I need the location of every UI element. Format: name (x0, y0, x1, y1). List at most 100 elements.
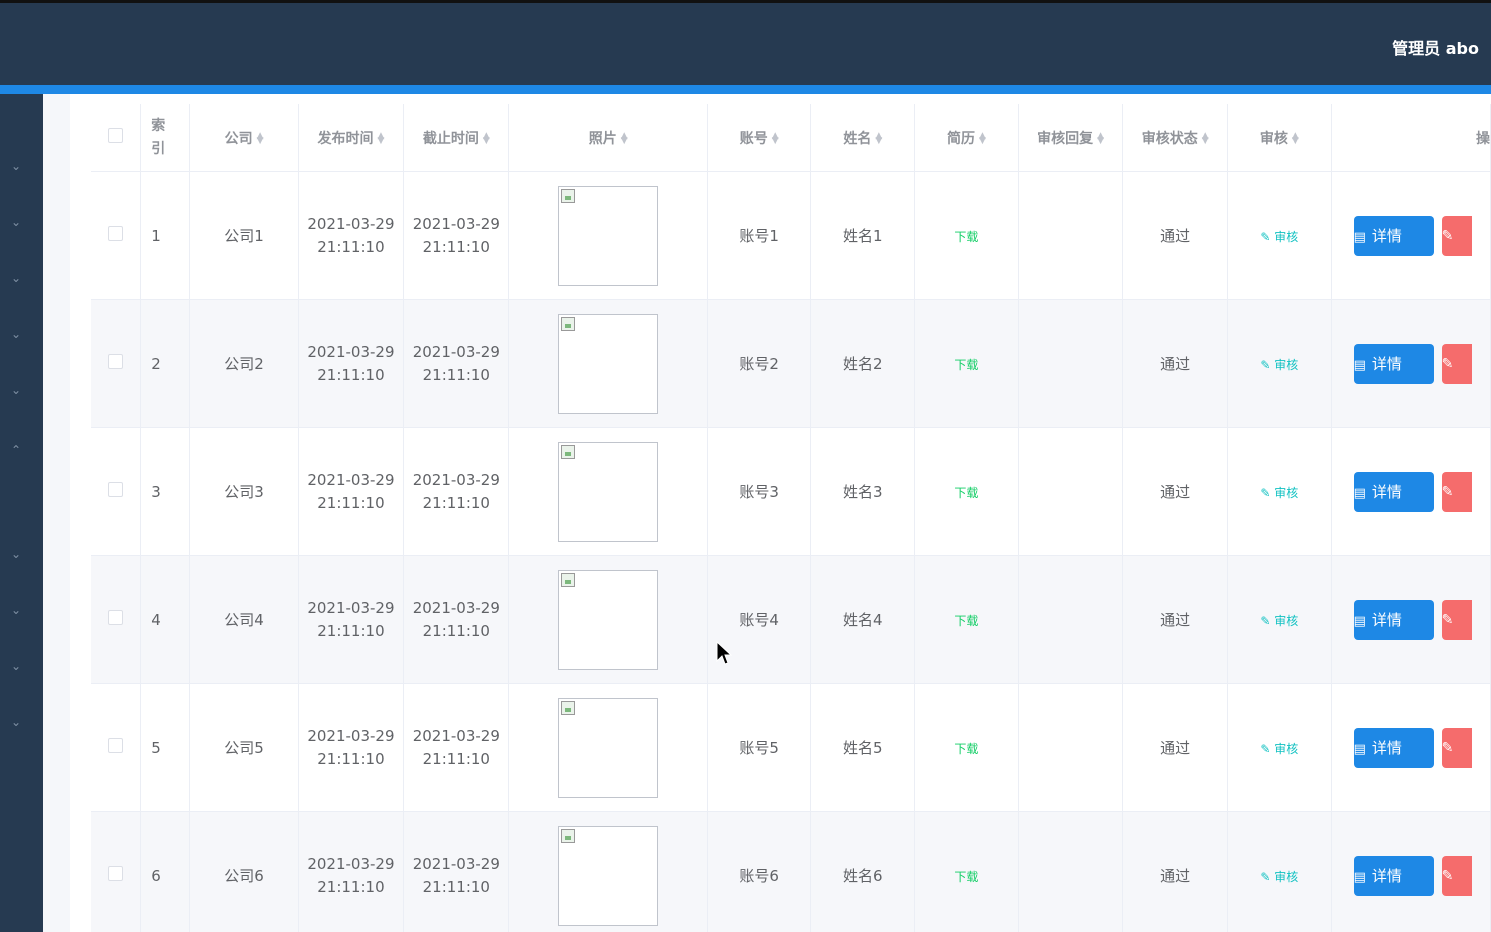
row-checkbox[interactable] (108, 354, 124, 369)
review-link[interactable]: ✎ 审核 (1260, 742, 1298, 756)
publish-date: 2021-03-29 (307, 598, 395, 617)
row-select-cell[interactable] (91, 299, 142, 428)
download-link[interactable]: 下载 (954, 614, 978, 628)
header-deadline[interactable]: 截止时间 ▲ ▼ (403, 104, 510, 172)
detail-button[interactable]: ▤ 详情 (1353, 855, 1434, 896)
review-link[interactable]: ✎ 审核 (1260, 870, 1298, 884)
deadline-clock: 21:11:10 (422, 365, 490, 384)
header-review[interactable]: 审核 ▲ ▼ (1227, 104, 1332, 172)
row-deadline: 2021-03-29 21:11:10 (403, 811, 510, 932)
header-review-status[interactable]: 审核状态 ▲ ▼ (1122, 104, 1228, 172)
review-link[interactable]: ✎ 审核 (1260, 486, 1298, 500)
chevron-up-icon[interactable]: ⌃ (10, 444, 22, 456)
publish-clock: 21:11:10 (317, 877, 385, 896)
photo-thumbnail[interactable] (558, 825, 659, 926)
sort-icon[interactable]: ▲ ▼ (772, 131, 779, 145)
header-name[interactable]: 姓名 ▲ ▼ (810, 104, 916, 172)
row-checkbox[interactable] (108, 866, 124, 881)
photo-thumbnail[interactable] (558, 441, 659, 542)
sort-icon[interactable]: ▲ ▼ (483, 131, 490, 145)
review-link[interactable]: ✎ 审核 (1260, 358, 1298, 372)
edit-button[interactable]: ✎ (1441, 343, 1472, 384)
chevron-down-icon[interactable]: ⌄ (10, 384, 22, 396)
row-select-cell[interactable] (91, 171, 142, 300)
row-select-cell[interactable] (91, 683, 142, 812)
row-select-cell[interactable] (91, 427, 142, 556)
detail-button[interactable]: ▤ 详情 (1353, 727, 1434, 768)
row-company: 公司2 (189, 299, 299, 428)
broken-image-icon (561, 700, 576, 715)
sort-icon[interactable]: ▲ ▼ (979, 131, 986, 145)
download-link[interactable]: 下载 (954, 358, 978, 372)
sort-icon[interactable]: ▲ ▼ (621, 131, 628, 145)
header-review-reply[interactable]: 审核回复 ▲ ▼ (1018, 104, 1124, 172)
chevron-down-icon[interactable]: ⌄ (10, 160, 22, 172)
review-link[interactable]: ✎ 审核 (1260, 614, 1298, 628)
row-operations: ▤ 详情 ✎ (1331, 555, 1491, 684)
row-checkbox[interactable] (108, 610, 124, 625)
row-review: ✎ 审核 (1227, 427, 1332, 556)
mouse-cursor-icon (716, 641, 732, 665)
row-account: 账号1 (707, 171, 812, 300)
header-publish-time[interactable]: 发布时间 ▲ ▼ (298, 104, 405, 172)
header-label: 发布时间 (317, 130, 374, 147)
detail-button[interactable]: ▤ 详情 (1353, 471, 1434, 512)
header-company[interactable]: 公司 ▲ ▼ (189, 104, 299, 172)
row-review: ✎ 审核 (1227, 171, 1332, 300)
photo-thumbnail[interactable] (558, 569, 659, 670)
chevron-down-icon[interactable]: ⌄ (10, 660, 22, 672)
chevron-down-icon[interactable]: ⌄ (10, 272, 22, 284)
download-link[interactable]: 下载 (954, 230, 978, 244)
download-link[interactable]: 下载 (954, 486, 978, 500)
sort-icon[interactable]: ▲ ▼ (1292, 131, 1299, 145)
sort-icon[interactable]: ▲ ▼ (377, 131, 384, 145)
chevron-down-icon[interactable]: ⌄ (10, 328, 22, 340)
edit-button[interactable]: ✎ (1441, 855, 1472, 896)
detail-label: 详情 (1371, 354, 1402, 373)
chevron-down-icon[interactable]: ⌄ (10, 716, 22, 728)
edit-button[interactable]: ✎ (1441, 215, 1472, 256)
row-index: 4 (140, 555, 191, 684)
table-row: 2 公司2 2021-03-29 21:11:10 2021-03-29 21:11:10… (91, 299, 1491, 428)
table-row: 5 公司5 2021-03-29 21:11:10 2021-03-29 21:11:10… (91, 683, 1491, 812)
row-review-status: 通过 (1122, 427, 1228, 556)
edit-button[interactable]: ✎ (1441, 599, 1472, 640)
chevron-down-icon[interactable]: ⌄ (10, 216, 22, 228)
header-operations: 操 (1331, 104, 1491, 172)
header-label: 截止时间 (422, 130, 479, 147)
chevron-down-icon[interactable]: ⌄ (10, 548, 22, 560)
download-link[interactable]: 下载 (954, 742, 978, 756)
row-select-cell[interactable] (91, 555, 142, 684)
download-link[interactable]: 下载 (954, 870, 978, 884)
edit-icon: ✎ (1441, 739, 1454, 756)
photo-thumbnail[interactable] (558, 313, 659, 414)
row-account: 账号6 (707, 811, 812, 932)
edit-button[interactable]: ✎ (1441, 471, 1472, 512)
review-link[interactable]: ✎ 审核 (1260, 230, 1298, 244)
header-account[interactable]: 账号 ▲ ▼ (707, 104, 812, 172)
select-all-header[interactable] (91, 104, 142, 172)
sort-icon[interactable]: ▲ ▼ (1202, 131, 1209, 145)
detail-button[interactable]: ▤ 详情 (1353, 215, 1434, 256)
select-all-checkbox[interactable] (108, 128, 124, 143)
photo-thumbnail[interactable] (558, 697, 659, 798)
photo-thumbnail[interactable] (558, 185, 659, 286)
detail-button[interactable]: ▤ 详情 (1353, 343, 1434, 384)
header-photo[interactable]: 照片 ▲ ▼ (508, 104, 708, 172)
row-checkbox[interactable] (108, 738, 124, 753)
admin-user-label[interactable]: 管理员 abo (1392, 35, 1479, 59)
header-resume[interactable]: 简历 ▲ ▼ (914, 104, 1019, 172)
row-checkbox[interactable] (108, 482, 124, 497)
row-review: ✎ 审核 (1227, 683, 1332, 812)
edit-pen-icon: ✎ (1260, 869, 1275, 884)
row-checkbox[interactable] (108, 226, 124, 241)
deadline-clock: 21:11:10 (422, 621, 490, 640)
edit-button[interactable]: ✎ (1441, 727, 1472, 768)
sort-icon[interactable]: ▲ ▼ (875, 131, 882, 145)
chevron-down-icon[interactable]: ⌄ (10, 604, 22, 616)
sort-icon[interactable]: ▲ ▼ (257, 131, 264, 145)
detail-button[interactable]: ▤ 详情 (1353, 599, 1434, 640)
sort-icon[interactable]: ▲ ▼ (1097, 131, 1104, 145)
row-select-cell[interactable] (91, 811, 142, 932)
row-publish-time: 2021-03-29 21:11:10 (298, 555, 405, 684)
